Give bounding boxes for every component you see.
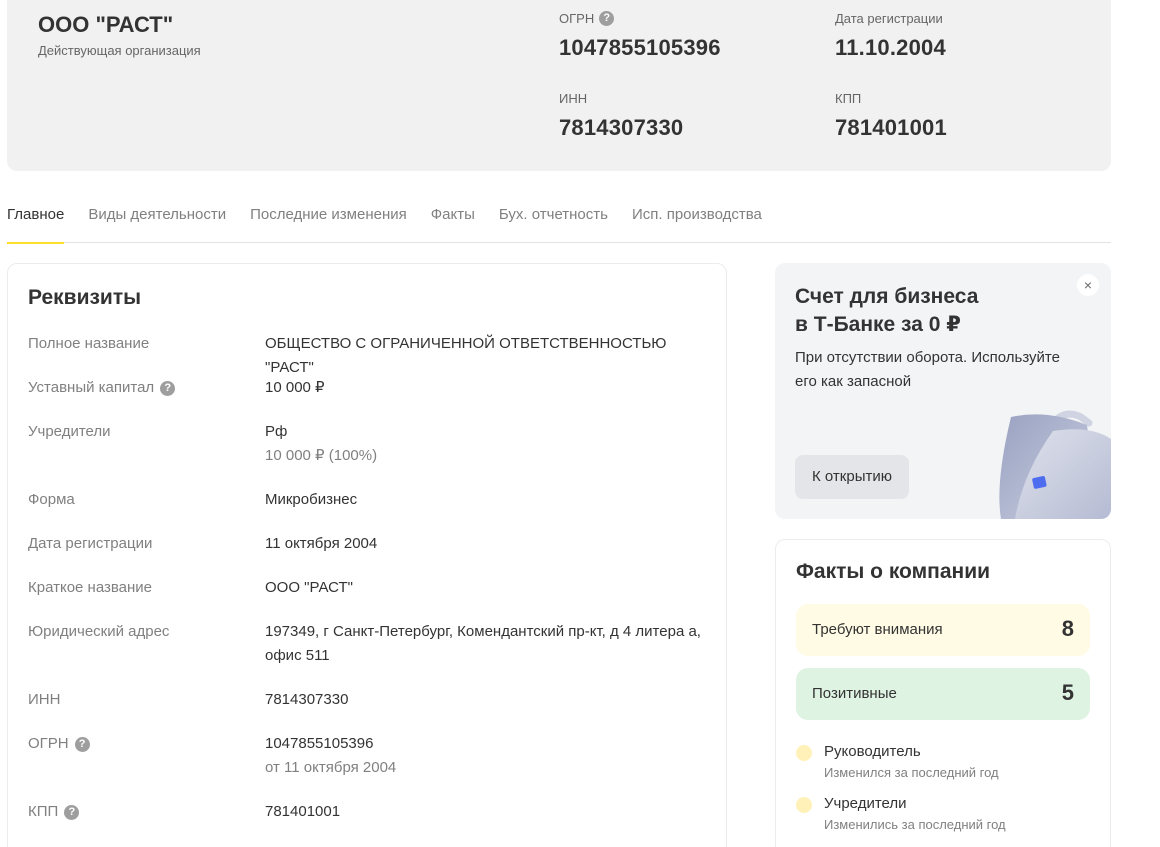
- facts-title: Факты о компании: [796, 560, 991, 583]
- req-subvalue: 10 000 ₽ (100%): [265, 447, 378, 464]
- tab-facts[interactable]: Факты: [431, 206, 475, 243]
- req-value: 1047855105396: [265, 735, 374, 752]
- positive-label: Позитивные: [812, 685, 897, 702]
- company-header-card: ООО "РАСТ" Действующая организация ОГРН …: [7, 0, 1111, 171]
- promo-text: При отсутствии оборота. Используйте его …: [795, 349, 1060, 390]
- req-key: ИНН: [28, 691, 61, 708]
- kpp-label: КПП: [835, 90, 862, 106]
- tab-enforcement[interactable]: Исп. производства: [632, 206, 762, 243]
- company-name: ООО "РАСТ": [38, 12, 174, 37]
- fact-item-subtitle: Изменился за последний год: [824, 765, 999, 780]
- close-icon[interactable]: ×: [1077, 274, 1099, 296]
- reg-date-value: 11.10.2004: [835, 35, 946, 60]
- requisites-title: Реквизиты: [28, 286, 142, 309]
- briefcase-icon: [995, 403, 1111, 519]
- inn-field: ИНН 7814307330: [559, 90, 683, 141]
- promo-title-line: Счет для бизнеса: [795, 285, 979, 308]
- inn-label: ИНН: [559, 90, 588, 106]
- req-value: 10 000 ₽: [265, 379, 325, 396]
- promo-title-line: в Т-Банке за 0 ₽: [795, 313, 961, 336]
- help-icon[interactable]: ?: [74, 736, 90, 752]
- positive-count: 5: [1061, 680, 1074, 705]
- req-key: Юридический адрес: [28, 623, 170, 640]
- req-key: Учредители: [28, 423, 111, 440]
- req-value: Микробизнес: [265, 491, 358, 508]
- ogrn-value: 1047855105396: [559, 35, 721, 60]
- inn-value: 7814307330: [559, 115, 684, 140]
- open-account-button[interactable]: К открытию: [795, 455, 909, 499]
- tab-main[interactable]: Главное: [7, 206, 65, 244]
- status-dot-icon: [796, 745, 812, 761]
- fact-item-subtitle: Изменились за последний год: [824, 817, 1006, 832]
- tab-accounting[interactable]: Бух. отчетность: [499, 206, 608, 243]
- req-value: 197349, г Санкт-Петербург, Комендантский…: [265, 623, 701, 664]
- fact-item-title: Учредители: [824, 795, 907, 812]
- req-key: ОГРН: [28, 735, 69, 752]
- tab-recent-changes[interactable]: Последние изменения: [250, 206, 407, 243]
- req-value: Рф: [265, 423, 288, 440]
- req-value: ОБЩЕСТВО С ОГРАНИЧЕННОЙ ОТВЕТСТВЕННОСТЬЮ…: [265, 335, 667, 376]
- reg-date-field: Дата регистрации 11.10.2004: [835, 10, 946, 61]
- status-dot-icon: [796, 797, 812, 813]
- ogrn-label: ОГРН: [559, 10, 595, 26]
- requisites-card: Реквизиты Полное название ОБЩЕСТВО С ОГР…: [7, 263, 727, 847]
- attention-facts-pill[interactable]: Требуют внимания 8: [796, 604, 1090, 656]
- attention-label: Требуют внимания: [812, 621, 943, 638]
- req-key: Форма: [28, 491, 75, 508]
- req-key: Уставный капитал: [28, 379, 155, 396]
- req-subvalue: от 11 октября 2004: [265, 759, 397, 776]
- attention-count: 8: [1061, 616, 1074, 641]
- help-icon[interactable]: ?: [64, 804, 80, 820]
- fact-item-title: Руководитель: [824, 743, 921, 760]
- help-icon[interactable]: ?: [599, 10, 615, 26]
- company-status: Действующая организация: [38, 43, 201, 58]
- promo-banner: Счет для бизнеса в Т-Банке за 0 ₽ × При …: [775, 263, 1111, 519]
- company-facts-card: Факты о компании Требуют внимания 8 Пози…: [775, 539, 1111, 847]
- req-value: ООО "РАСТ": [265, 579, 353, 596]
- req-key: Полное название: [28, 335, 150, 352]
- kpp-field: КПП 781401001: [835, 90, 947, 141]
- reg-date-label: Дата регистрации: [835, 10, 943, 26]
- section-tabs: Главное Виды деятельности Последние изме…: [7, 206, 1111, 244]
- kpp-value: 781401001: [835, 115, 947, 140]
- ogrn-field: ОГРН ? 1047855105396: [559, 10, 721, 61]
- positive-facts-pill[interactable]: Позитивные 5: [796, 668, 1090, 720]
- req-key: Краткое название: [28, 579, 153, 596]
- promo-title: Счет для бизнеса в Т-Банке за 0 ₽: [795, 283, 1055, 339]
- req-value: 781401001: [265, 803, 341, 820]
- req-key: КПП: [28, 803, 59, 820]
- req-value: 7814307330: [265, 691, 349, 708]
- req-value: 11 октября 2004: [265, 535, 378, 552]
- req-key: Дата регистрации: [28, 535, 153, 552]
- help-icon[interactable]: ?: [160, 380, 176, 396]
- tab-activities[interactable]: Виды деятельности: [88, 206, 226, 243]
